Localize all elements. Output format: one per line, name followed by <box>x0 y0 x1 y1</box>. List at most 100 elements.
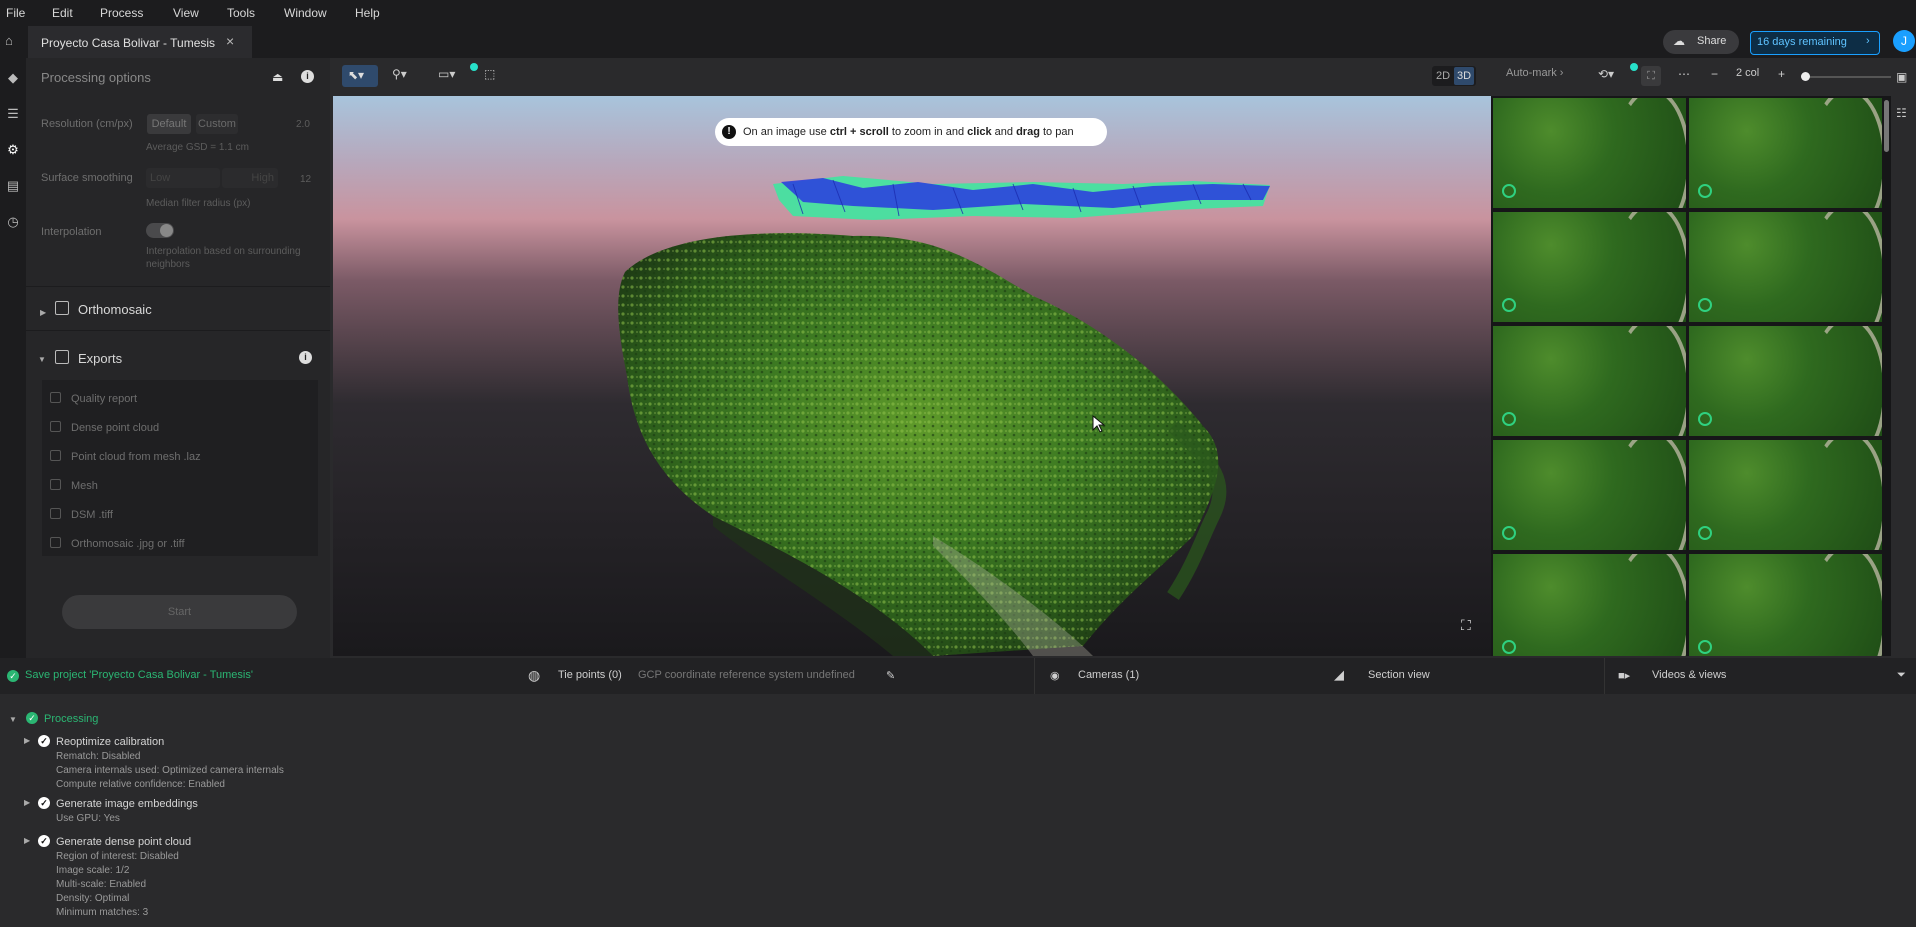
cursor-icon: ⬉▾ <box>348 68 365 82</box>
avatar[interactable]: J <box>1893 30 1915 52</box>
resolution-custom-button[interactable]: Custom <box>196 114 238 134</box>
menu-bar: File Edit Process View Tools Window Help <box>0 0 1916 26</box>
focus-icon[interactable]: ⛶ <box>1641 66 1661 86</box>
log-line: Use GPU: Yes <box>56 813 120 824</box>
image-thumbnail[interactable] <box>1689 440 1882 550</box>
section-view-tab[interactable]: Section view <box>1368 669 1430 681</box>
interpolation-toggle[interactable] <box>146 223 174 238</box>
fullscreen-icon[interactable]: ⛶ <box>1461 617 1477 633</box>
mode-3d-button[interactable]: 3D <box>1454 67 1474 85</box>
collapse-panel-icon[interactable]: ⏷ <box>1897 669 1906 682</box>
export-item[interactable]: Mesh <box>50 479 98 492</box>
image-thumbnail[interactable] <box>1493 212 1686 322</box>
edit-icon[interactable]: ✎ <box>886 669 895 682</box>
share-button[interactable]: ☁ Share <box>1663 30 1739 54</box>
smoothing-low-button[interactable]: Low <box>146 168 220 188</box>
menu-help[interactable]: Help <box>355 6 380 20</box>
minus-icon[interactable]: − <box>1711 67 1718 81</box>
expand-ortho-icon[interactable]: ▶ <box>40 308 46 317</box>
image-thumbnail[interactable] <box>1493 326 1686 436</box>
cameras-tab[interactable]: Cameras (1) <box>1078 669 1139 681</box>
more-icon[interactable]: ⋯ <box>1678 67 1690 81</box>
resolution-default-button[interactable]: Default <box>147 114 191 134</box>
export-item[interactable]: Quality report <box>50 392 137 405</box>
divider <box>26 330 330 331</box>
menu-view[interactable]: View <box>173 6 199 20</box>
home-icon[interactable]: ⌂ <box>5 33 13 48</box>
menu-window[interactable]: Window <box>284 6 327 20</box>
image-gallery <box>1491 96 1891 656</box>
processing-options-panel: Processing options ⏏ i Resolution (cm/px… <box>26 58 330 658</box>
3d-viewport[interactable] <box>333 96 1491 656</box>
menu-file[interactable]: File <box>6 6 25 20</box>
export-item[interactable]: Point cloud from mesh .laz <box>50 450 201 463</box>
globe-icon[interactable]: ◍ <box>528 667 540 684</box>
auto-mark-label: Auto-mark <box>1506 67 1557 79</box>
image-thumbnail[interactable] <box>1493 440 1686 550</box>
trial-badge[interactable]: 16 days remaining › <box>1750 31 1880 55</box>
export-item-label: DSM .tiff <box>71 509 113 521</box>
image-thumbnail[interactable] <box>1689 326 1882 436</box>
marker-tool-icon[interactable]: ⚲▾ <box>392 67 407 81</box>
start-button[interactable]: Start <box>62 595 297 629</box>
gallery-icon[interactable]: ▣ <box>1896 70 1907 84</box>
gear-icon[interactable]: ⚙ <box>4 142 22 160</box>
tasks-icon[interactable]: ☰ <box>4 106 22 124</box>
resolution-value[interactable]: 2.0 <box>296 119 310 130</box>
link-tool-icon[interactable]: ⟲▾ <box>1598 67 1614 81</box>
tie-points-tab[interactable]: Tie points (0) <box>558 669 622 681</box>
check-circle-icon: ✓ <box>26 712 38 724</box>
auto-mark-button[interactable]: Auto-mark › <box>1506 67 1563 79</box>
info-icon[interactable]: i <box>301 70 314 83</box>
interpolation-hint-2: neighbors <box>146 259 190 270</box>
project-tab[interactable]: Proyecto Casa Bolivar - Tumesis × <box>28 26 252 58</box>
info-icon: ! <box>722 125 736 139</box>
close-icon[interactable]: × <box>226 33 234 49</box>
export-item-label: Quality report <box>71 393 138 405</box>
camera-tool-icon[interactable]: ▭▾ <box>438 67 455 81</box>
smoothing-hint: Median filter radius (px) <box>146 198 251 209</box>
divider <box>26 286 330 287</box>
video-icon: ■▸ <box>1618 670 1631 682</box>
mode-2d-button[interactable]: 2D <box>1434 67 1452 85</box>
expand-icon[interactable]: ▶ <box>24 836 30 845</box>
eject-icon[interactable]: ⏏ <box>272 70 283 84</box>
gallery-scrollbar[interactable] <box>1884 100 1889 152</box>
info-icon[interactable]: i <box>299 351 312 364</box>
export-item-label: Dense point cloud <box>71 422 160 434</box>
point-cloud-render <box>618 176 1270 656</box>
image-thumbnail[interactable] <box>1493 98 1686 208</box>
menu-edit[interactable]: Edit <box>52 6 73 20</box>
expand-icon[interactable]: ▶ <box>24 798 30 807</box>
export-item[interactable]: Dense point cloud <box>50 421 159 434</box>
expand-icon[interactable]: ▶ <box>24 736 30 745</box>
image-thumbnail[interactable] <box>1493 554 1686 656</box>
collapse-icon[interactable]: ▼ <box>9 715 17 724</box>
menu-process[interactable]: Process <box>100 6 143 20</box>
select-tool-button[interactable]: ⬉▾ <box>342 65 378 87</box>
menu-tools[interactable]: Tools <box>227 6 255 20</box>
chevron-right-icon: › <box>1866 35 1870 47</box>
log-line: Minimum matches: 3 <box>56 907 149 918</box>
clipboard-icon[interactable]: ▤ <box>4 178 22 196</box>
sliders-icon[interactable]: ☷ <box>1896 106 1907 120</box>
orthomosaic-checkbox[interactable] <box>55 301 69 315</box>
log-step-title: Reoptimize calibration <box>56 736 165 748</box>
trial-label: 16 days remaining <box>1757 36 1847 48</box>
smoothing-high-button[interactable]: High <box>222 168 278 188</box>
plus-icon[interactable]: + <box>1778 67 1785 81</box>
image-thumbnail[interactable] <box>1689 554 1882 656</box>
layers-icon[interactable]: ◆ <box>4 70 22 88</box>
image-thumbnail[interactable] <box>1689 212 1882 322</box>
crop-tool-icon[interactable]: ⬚ <box>484 67 495 81</box>
image-thumbnail[interactable] <box>1689 98 1882 208</box>
log-line: Multi-scale: Enabled <box>56 879 147 890</box>
export-item[interactable]: Orthomosaic .jpg or .tiff <box>50 537 185 550</box>
videos-tab[interactable]: Videos & views <box>1652 669 1726 681</box>
export-item[interactable]: DSM .tiff <box>50 508 113 521</box>
smoothing-value[interactable]: 12 <box>300 174 311 185</box>
exports-checkbox[interactable] <box>55 350 69 364</box>
collapse-exports-icon[interactable]: ▼ <box>38 355 46 364</box>
tab-bar <box>0 26 1916 58</box>
history-icon[interactable]: ◷ <box>4 214 22 232</box>
